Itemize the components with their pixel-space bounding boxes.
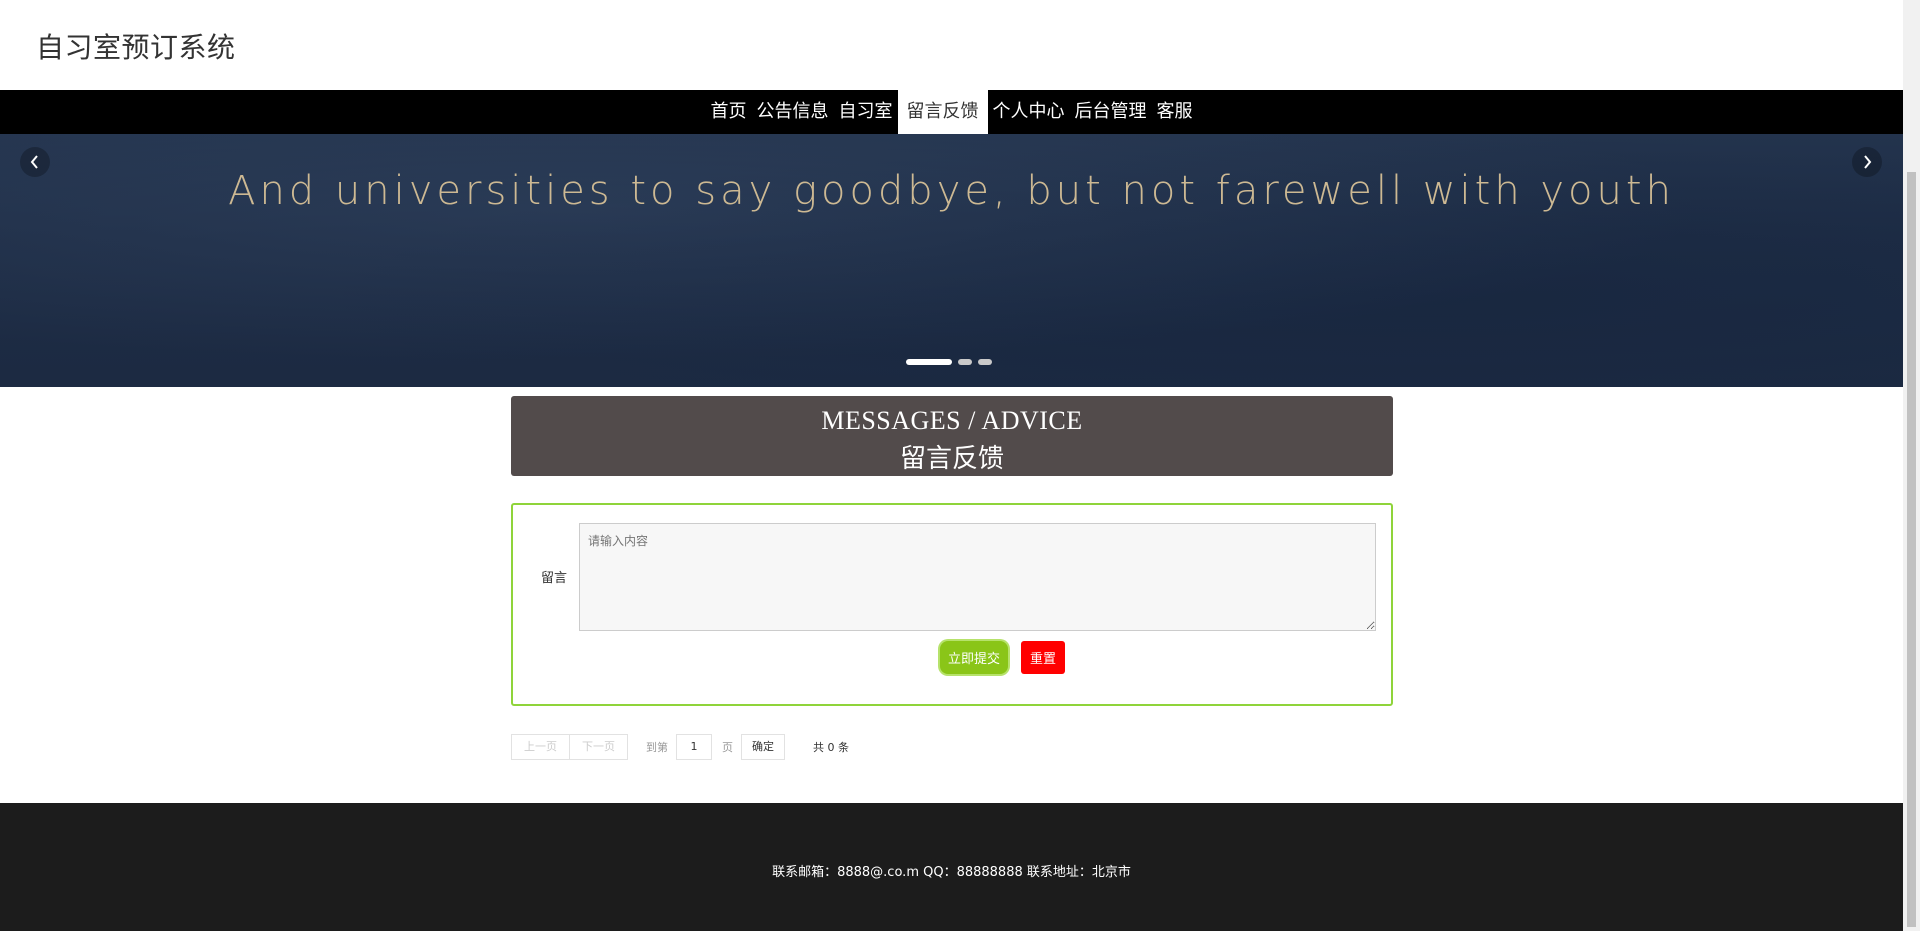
pagination: 上一页 下一页 到第 1 页 确定 共 0 条 (511, 734, 849, 760)
goto-confirm-button[interactable]: 确定 (741, 734, 785, 760)
carousel-prev-button[interactable] (20, 147, 50, 177)
banner-tagline: And universities to say goodbye, but not… (228, 168, 1675, 214)
main-nav: 首页 公告信息 自习室 留言反馈 个人中心 后台管理 客服 (0, 90, 1903, 134)
footer: 联系邮箱：8888@.co.m QQ：88888888 联系地址：北京市 (0, 803, 1903, 931)
feedback-form: 留言 立即提交 重置 (511, 503, 1393, 706)
carousel-dot[interactable] (958, 359, 972, 365)
reset-button[interactable]: 重置 (1021, 641, 1065, 674)
page-unit-label: 页 (722, 741, 733, 754)
prev-page-button[interactable]: 上一页 (511, 734, 570, 760)
nav-item-customer-service[interactable]: 客服 (1152, 90, 1198, 134)
page: 自习室预订系统 ·· · ·· · · ·· · · · · ·· · · ··… (0, 0, 1903, 931)
section-header: MESSAGES / ADVICE 留言反馈 (511, 396, 1393, 476)
chevron-right-icon (1864, 155, 1872, 169)
nav-item-feedback[interactable]: 留言反馈 (897, 90, 988, 134)
banner-carousel: ·· · ·· · · ·· · · · · ·· · · ·· And uni… (0, 90, 1903, 387)
goto-label: 到第 (646, 741, 668, 754)
message-label: 留言 (541, 571, 568, 586)
nav-item-study-rooms[interactable]: 自习室 (834, 90, 898, 134)
nav-item-home[interactable]: 首页 (706, 90, 752, 134)
header: 自习室预订系统 (0, 0, 1903, 90)
footer-contact-info: 联系邮箱：8888@.co.m QQ：88888888 联系地址：北京市 (772, 865, 1131, 880)
page-number-input[interactable]: 1 (676, 734, 712, 760)
carousel-next-button[interactable] (1852, 147, 1882, 177)
carousel-dot[interactable] (906, 359, 952, 365)
carousel-dot[interactable] (978, 359, 992, 365)
chevron-left-icon (30, 155, 38, 169)
nav-item-admin[interactable]: 后台管理 (1070, 90, 1152, 134)
scrollbar-thumb[interactable] (1907, 172, 1916, 927)
message-textarea[interactable] (579, 523, 1376, 631)
nav-item-personal-center[interactable]: 个人中心 (988, 90, 1070, 134)
carousel-indicators (906, 359, 992, 365)
next-page-button[interactable]: 下一页 (570, 734, 628, 760)
section-title-en: MESSAGES / ADVICE (821, 406, 1083, 435)
section-title-zh: 留言反馈 (899, 444, 1004, 474)
total-count: 共 0 条 (813, 741, 849, 754)
submit-button[interactable]: 立即提交 (940, 641, 1008, 674)
nav-item-announcements[interactable]: 公告信息 (752, 90, 834, 134)
site-title: 自习室预订系统 (36, 31, 236, 64)
page-scrollbar[interactable] (1903, 0, 1920, 931)
